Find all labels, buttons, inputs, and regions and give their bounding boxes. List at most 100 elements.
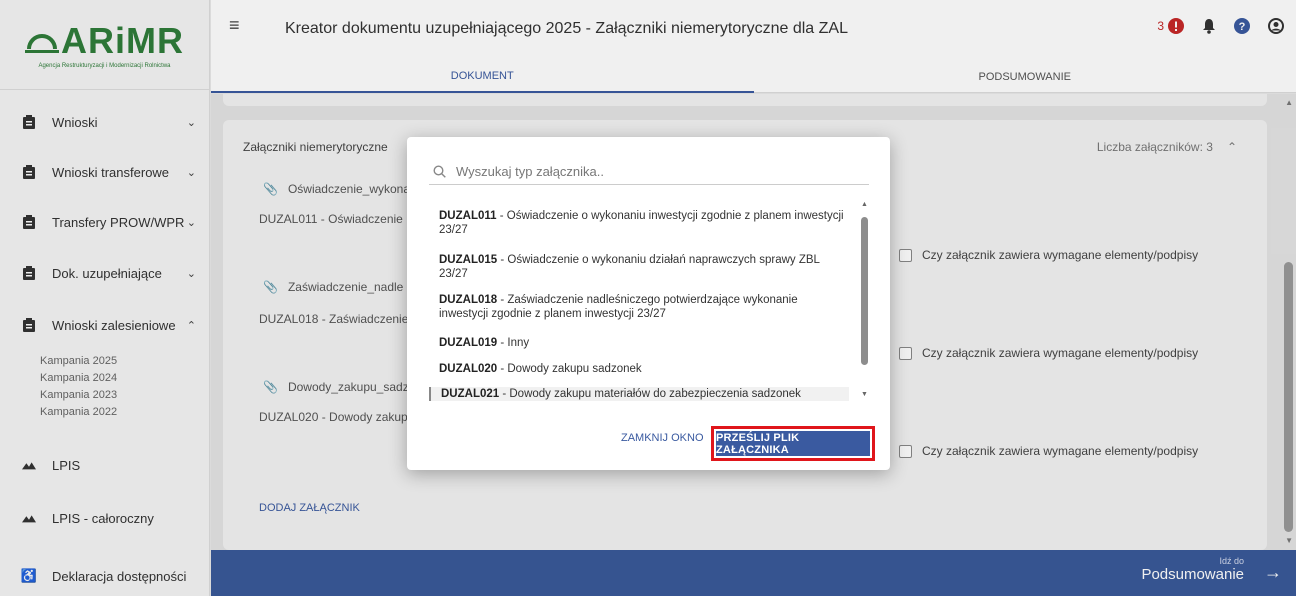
logo-arch-icon: [25, 34, 59, 53]
chevron-down-icon: ⌄: [186, 116, 196, 129]
sidebar-item-lpis-caloroczny[interactable]: LPIS - całoroczny: [0, 503, 210, 533]
mountain-icon: [22, 510, 36, 526]
go-to-label: Idź do: [1219, 556, 1244, 566]
required-elements-checkbox-row[interactable]: Czy załącznik zawiera wymagane elementy/…: [899, 346, 1198, 360]
required-elements-checkbox-row[interactable]: Czy załącznik zawiera wymagane elementy/…: [899, 444, 1198, 458]
required-elements-checkbox-row[interactable]: Czy załącznik zawiera wymagane elementy/…: [899, 248, 1198, 262]
tab-podsumowanie[interactable]: PODSUMOWANIE: [754, 60, 1296, 93]
checkbox[interactable]: [899, 346, 912, 360]
sidebar-item-wnioski-transferowe[interactable]: Wnioski transferowe ⌄: [0, 157, 210, 187]
header: ≡ Kreator dokumentu uzupełniającego 2025…: [211, 0, 1296, 93]
list-item[interactable]: DUZAL011 - Oświadczenie o wykonaniu inwe…: [439, 209, 847, 237]
sidebar-item-dok-uzupelniajace[interactable]: Dok. uzupełniające ⌄: [0, 258, 210, 288]
chevron-down-icon: ⌄: [186, 267, 196, 280]
arrow-right-icon[interactable]: →: [1264, 562, 1282, 583]
scroll-down-arrow-icon[interactable]: ▼: [1285, 536, 1293, 545]
sidebar-item-transfery[interactable]: Transfery PROW/WPR ⌄: [0, 207, 210, 237]
attachments-count: Liczba załączników: 3 ⌃: [1097, 140, 1237, 154]
option-text: - Dowody zakupu sadzonek: [497, 363, 642, 375]
list-item[interactable]: DUZAL020 - Dowody zakupu sadzonek: [439, 362, 847, 376]
scroll-thumb[interactable]: [1284, 262, 1293, 532]
bottom-navigation-bar[interactable]: Idź do Podsumowanie →: [211, 550, 1296, 596]
option-text: - Oświadczenie o wykonaniu inwestycji zg…: [439, 210, 844, 236]
sidebar-subitem-kampania-2024[interactable]: Kampania 2024: [40, 372, 117, 384]
error-alert-icon: [1168, 18, 1184, 34]
list-item[interactable]: DUZAL015 - Oświadczenie o wykonaniu dzia…: [439, 253, 847, 281]
notification-count: 3: [1157, 19, 1164, 33]
attachments-count-label: Liczba załączników: 3: [1096, 140, 1213, 154]
paperclip-icon: 📎: [263, 280, 278, 294]
page-title: Kreator dokumentu uzupełniającego 2025 -…: [285, 20, 848, 37]
upload-attachment-button[interactable]: PRZEŚLIJ PLIK ZAŁĄCZNIKA: [716, 431, 870, 456]
attachment-type: DUZAL020 - Dowody zakup: [259, 410, 408, 424]
hamburger-menu-icon[interactable]: ≡: [229, 15, 240, 36]
attachment-file-name[interactable]: 📎 Oświadczenie_wykona: [263, 182, 410, 196]
sidebar: ARiMR Agencja Restrukturyzacji i Moderni…: [0, 0, 210, 596]
attachment-type-modal: DUZAL011 - Oświadczenie o wykonaniu inwe…: [407, 137, 890, 470]
list-item[interactable]: DUZAL018 - Zaświadczenie nadleśniczego p…: [439, 293, 847, 321]
attachment-file-name[interactable]: 📎 Dowody_zakupu_sadz: [263, 380, 409, 394]
logo[interactable]: ARiMR Agencja Restrukturyzacji i Moderni…: [0, 0, 209, 90]
option-code: DUZAL019: [439, 337, 498, 349]
arimr-logo: ARiMR: [25, 20, 184, 62]
header-icons: 3 ?: [1157, 18, 1284, 34]
list-item-highlighted[interactable]: DUZAL021 - Dowody zakupu materiałów do z…: [429, 387, 849, 401]
option-text: - Oświadczenie o wykonaniu działań napra…: [439, 254, 820, 280]
sidebar-item-wnioski[interactable]: Wnioski ⌄: [0, 107, 210, 137]
list-scrollbar[interactable]: ▲ ▼: [860, 201, 870, 407]
option-text: - Dowody zakupu materiałów do zabezpiecz…: [499, 388, 801, 400]
list-scroll-thumb[interactable]: [861, 217, 868, 365]
chevron-up-icon[interactable]: ⌃: [1227, 140, 1237, 154]
upload-button-highlight: PRZEŚLIJ PLIK ZAŁĄCZNIKA: [711, 426, 875, 461]
option-code: DUZAL011: [439, 210, 497, 222]
file-name-text: Dowody_zakupu_sadz: [287, 380, 409, 394]
scroll-up-arrow-icon[interactable]: ▲: [1285, 98, 1293, 107]
page-scrollbar[interactable]: ▲ ▼: [1282, 94, 1296, 550]
search-field: [429, 159, 869, 185]
bell-icon[interactable]: [1202, 18, 1216, 34]
tab-dokument[interactable]: DOKUMENT: [211, 60, 754, 93]
chevron-up-icon: ⌃: [186, 319, 196, 332]
sidebar-subitem-kampania-2023[interactable]: Kampania 2023: [40, 389, 117, 401]
checkbox[interactable]: [899, 444, 912, 458]
go-to-target: Podsumowanie: [1141, 566, 1244, 583]
clipboard-icon: [22, 214, 36, 230]
clipboard-icon: [22, 114, 36, 130]
chevron-down-icon: ⌄: [186, 166, 196, 179]
attachment-file-name[interactable]: 📎 Zaświadczenie_nadle: [263, 280, 403, 294]
user-account-icon[interactable]: [1268, 18, 1284, 34]
error-notifications[interactable]: 3: [1157, 18, 1184, 34]
go-to-summary[interactable]: Idź do Podsumowanie: [1141, 556, 1244, 583]
logo-subtitle: Agencja Restrukturyzacji i Modernizacji …: [38, 63, 171, 69]
sidebar-item-deklaracja-dostepnosci[interactable]: ♿ Deklaracja dostępności: [0, 561, 210, 591]
sidebar-item-label: LPIS: [52, 457, 81, 473]
checkbox[interactable]: [899, 248, 912, 262]
attachment-type-list: DUZAL011 - Oświadczenie o wykonaniu inwe…: [429, 207, 857, 415]
close-window-button[interactable]: ZAMKNIJ OKNO: [621, 432, 704, 444]
sidebar-item-label: Wnioski: [52, 114, 98, 130]
option-code: DUZAL021: [441, 388, 500, 400]
paperclip-icon: 📎: [263, 182, 278, 196]
clipboard-icon: [22, 164, 36, 180]
previous-card: [223, 94, 1267, 106]
sidebar-item-label: Wnioski zalesieniowe: [52, 317, 176, 333]
help-icon[interactable]: ?: [1234, 18, 1250, 34]
add-attachment-button[interactable]: DODAJ ZAŁĄCZNIK: [259, 502, 360, 514]
sidebar-subitem-kampania-2025[interactable]: Kampania 2025: [40, 355, 117, 367]
file-name-text: Oświadczenie_wykona: [287, 182, 411, 196]
sidebar-item-wnioski-zalesieniowe[interactable]: Wnioski zalesieniowe ⌃: [0, 310, 210, 340]
sidebar-item-label: Deklaracja dostępności: [52, 568, 187, 584]
list-item[interactable]: DUZAL019 - Inny: [439, 336, 847, 350]
scroll-down-arrow-icon[interactable]: ▼: [861, 391, 868, 398]
scroll-up-arrow-icon[interactable]: ▲: [861, 201, 868, 208]
sidebar-subitem-kampania-2022[interactable]: Kampania 2022: [40, 406, 117, 418]
checkbox-label: Czy załącznik zawiera wymagane elementy/…: [922, 346, 1199, 360]
mountain-icon: [22, 457, 36, 473]
search-icon: [433, 165, 446, 178]
option-code: DUZAL020: [439, 363, 498, 375]
card-title: Załączniki niemerytoryczne: [243, 140, 388, 154]
checkbox-label: Czy załącznik zawiera wymagane elementy/…: [922, 248, 1199, 262]
search-input[interactable]: [456, 164, 836, 179]
sidebar-item-lpis[interactable]: LPIS: [0, 450, 210, 480]
option-code: DUZAL018: [439, 294, 498, 306]
